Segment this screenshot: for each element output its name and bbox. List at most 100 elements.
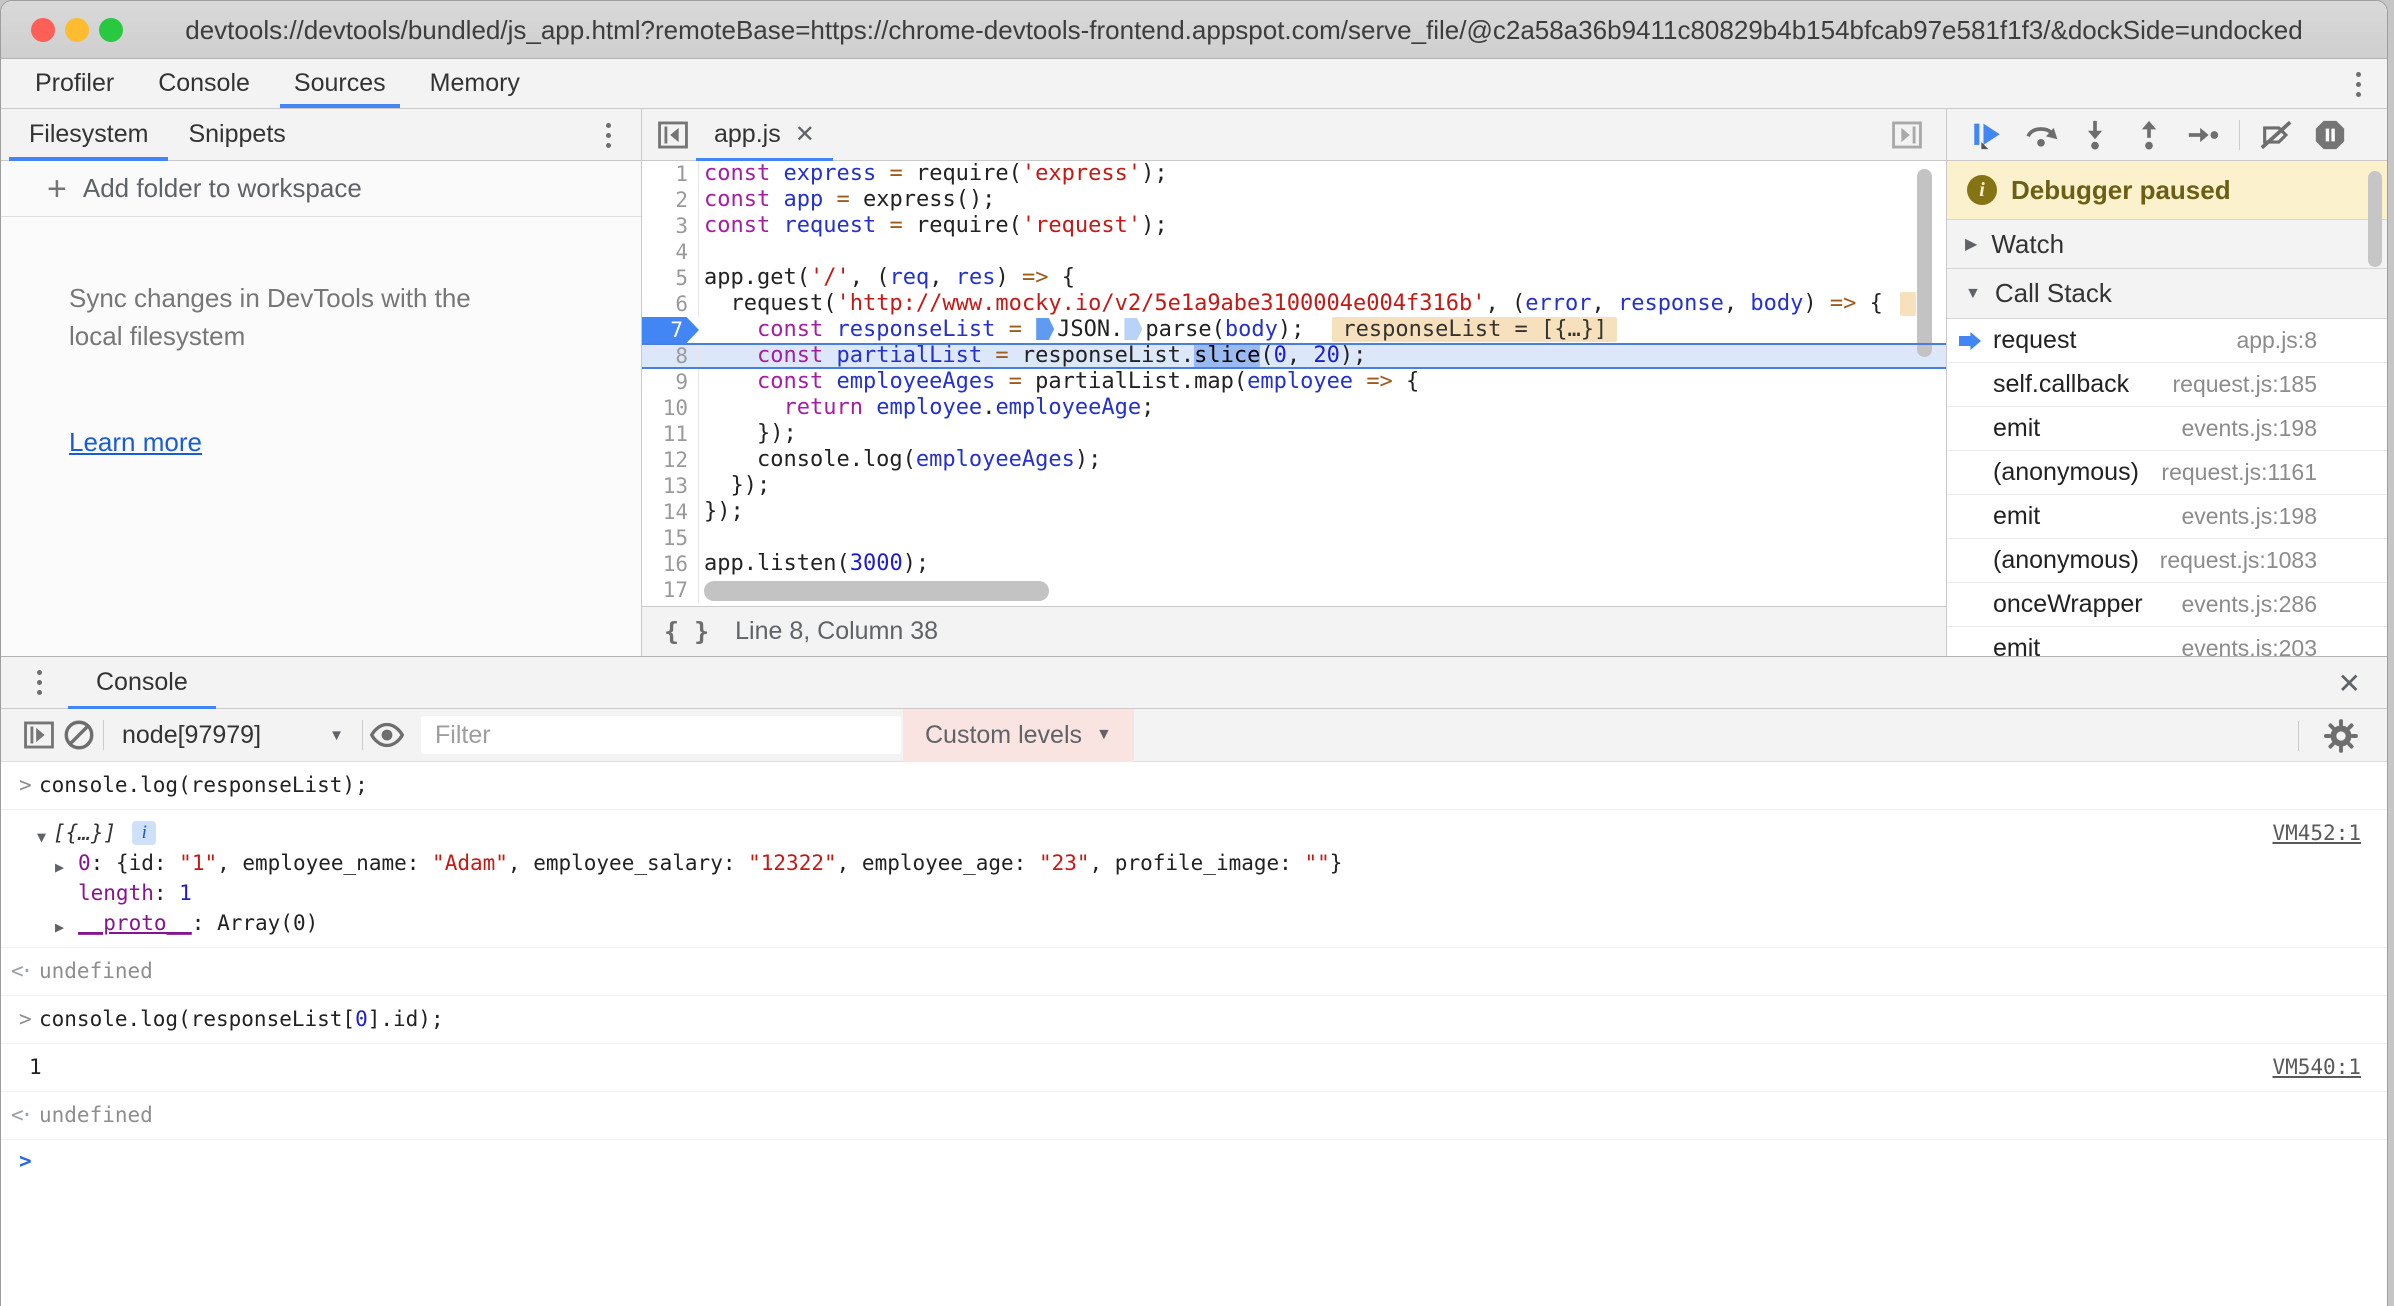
line-number[interactable]: 4 (642, 239, 699, 265)
frame-location[interactable]: events.js:203 (2181, 635, 2317, 656)
frame-location[interactable]: events.js:198 (2181, 503, 2317, 530)
deactivate-breakpoints-icon[interactable] (2254, 115, 2298, 155)
line-number[interactable]: 10 (642, 395, 699, 421)
code-text[interactable]: app.listen(3000); (699, 551, 929, 577)
line-number[interactable]: 15 (642, 525, 699, 551)
frame-location[interactable]: app.js:8 (2236, 327, 2317, 354)
code-text[interactable]: }); (699, 499, 744, 525)
clear-console-icon[interactable] (59, 715, 99, 755)
frame-location[interactable]: request.js:1161 (2161, 459, 2317, 486)
code-text[interactable]: request('http://www.mocky.io/v2/5e1a9abe… (699, 291, 1883, 317)
tab-filesystem[interactable]: Filesystem (9, 109, 168, 160)
console-prompt[interactable]: > (1, 1140, 2387, 1186)
twisty-collapsed-icon[interactable]: ▶ (55, 914, 64, 941)
code-text[interactable]: const request = require('request'); (699, 213, 1168, 239)
step-out-icon[interactable] (2127, 115, 2171, 155)
console-filter-input[interactable] (421, 716, 901, 754)
line-number[interactable]: 8 (642, 343, 699, 369)
line-number[interactable]: 1 (642, 161, 699, 187)
line-number[interactable]: 16 (642, 551, 699, 577)
code-text[interactable]: console.log(employeeAges); (699, 447, 1101, 473)
tab-snippets[interactable]: Snippets (168, 109, 305, 160)
line-number[interactable]: 14 (642, 499, 699, 525)
code-text[interactable] (699, 239, 704, 265)
live-expression-eye-icon[interactable] (367, 715, 407, 755)
minimize-window-button[interactable] (65, 18, 89, 42)
resume-script-icon[interactable] (1965, 115, 2009, 155)
console-settings-gear-icon[interactable] (2321, 716, 2361, 756)
source-location-link[interactable]: VM540:1 (2272, 1054, 2361, 1081)
info-badge-icon[interactable]: i (132, 821, 156, 845)
code-text[interactable] (699, 525, 704, 551)
hide-navigator-icon[interactable] (656, 118, 690, 152)
close-tab-icon[interactable]: ✕ (795, 120, 815, 149)
step-icon[interactable] (2181, 115, 2225, 155)
call-stack-frame[interactable]: emitevents.js:198 (1947, 495, 2387, 539)
line-number[interactable]: 12 (642, 447, 699, 473)
call-stack-frame[interactable]: (anonymous)request.js:1161 (1947, 451, 2387, 495)
zoom-window-button[interactable] (99, 18, 123, 42)
code-editor[interactable]: 1const express = require('express');2con… (642, 161, 1946, 606)
line-number[interactable]: 5 (642, 265, 699, 291)
frame-location[interactable]: events.js:286 (2181, 591, 2317, 618)
custom-levels-dropdown[interactable]: Custom levels ▼ (903, 709, 1134, 762)
line-number[interactable]: 3 (642, 213, 699, 239)
code-text[interactable]: app.get('/', (req, res) => { (699, 265, 1075, 291)
navigator-kebab-icon[interactable] (606, 123, 611, 148)
line-number[interactable]: 11 (642, 421, 699, 447)
main-menu-kebab-icon[interactable] (2356, 72, 2361, 97)
code-text[interactable]: }); (699, 421, 797, 447)
code-text[interactable]: const partialList = responseList.slice(0… (699, 343, 1366, 369)
code-text[interactable]: const app = express(); (699, 187, 995, 213)
breakpoint-marker[interactable]: 7 (642, 317, 699, 343)
step-into-icon[interactable] (2073, 115, 2117, 155)
vertical-scrollbar[interactable] (1917, 169, 1932, 357)
code-text[interactable]: const express = require('express'); (699, 161, 1168, 187)
tab-console[interactable]: Console (136, 59, 272, 108)
code-text[interactable]: return employee.employeeAge; (699, 395, 1154, 421)
execution-context-selector[interactable]: node[97979] ▼ (108, 721, 358, 750)
drawer-kebab-icon[interactable] (37, 670, 42, 695)
call-stack-frame[interactable]: (anonymous)request.js:1083 (1947, 539, 2387, 583)
line-number[interactable]: 6 (642, 291, 699, 317)
call-stack-frame[interactable]: emitevents.js:203 (1947, 627, 2387, 656)
inline-breakpoint-marker[interactable] (1036, 318, 1054, 340)
inline-breakpoint-marker[interactable] (1124, 318, 1142, 340)
learn-more-link[interactable]: Learn more (69, 427, 202, 458)
line-number[interactable]: 13 (642, 473, 699, 499)
editor-tab-appjs[interactable]: app.js ✕ (696, 109, 833, 161)
code-text[interactable]: }); (699, 473, 770, 499)
horizontal-scrollbar[interactable] (704, 581, 1049, 601)
call-stack-frame[interactable]: emitevents.js:198 (1947, 407, 2387, 451)
code-text[interactable]: const responseList = JSON.parse(body);re… (699, 317, 1617, 343)
step-over-icon[interactable] (2019, 115, 2063, 155)
call-stack-frame[interactable]: onceWrapperevents.js:286 (1947, 583, 2387, 627)
source-location-link[interactable]: VM452:1 (2272, 820, 2361, 847)
call-stack-frame[interactable]: requestapp.js:8 (1947, 319, 2387, 363)
call-stack-section-header[interactable]: ▼ Call Stack (1947, 269, 2387, 319)
tab-profiler[interactable]: Profiler (13, 59, 136, 108)
close-window-button[interactable] (31, 18, 55, 42)
line-number[interactable]: 2 (642, 187, 699, 213)
add-folder-button[interactable]: + Add folder to workspace (1, 161, 641, 217)
frame-location[interactable]: request.js:1083 (2160, 547, 2317, 574)
line-number[interactable]: 9 (642, 369, 699, 395)
console-messages[interactable]: >console.log(responseList);▼[{…}]i▶0: {i… (1, 762, 2387, 1306)
tab-memory[interactable]: Memory (408, 59, 542, 108)
pretty-print-icon[interactable]: { } (664, 617, 709, 646)
twisty-expanded-icon[interactable]: ▼ (37, 824, 46, 851)
call-stack-frame[interactable]: self.callbackrequest.js:185 (1947, 363, 2387, 407)
line-number[interactable]: 17 (642, 577, 699, 603)
hide-debugger-sidebar-icon[interactable] (1890, 118, 1924, 152)
frame-location[interactable]: events.js:198 (2181, 415, 2317, 442)
code-text[interactable]: const employeeAges = partialList.map(emp… (699, 369, 1419, 395)
pause-on-exceptions-icon[interactable] (2308, 115, 2352, 155)
drawer-tab-console[interactable]: Console (68, 657, 216, 709)
show-console-sidebar-icon[interactable] (19, 715, 59, 755)
tab-sources[interactable]: Sources (272, 59, 408, 108)
watch-section-header[interactable]: ▶ Watch (1947, 219, 2387, 269)
close-drawer-icon[interactable]: ✕ (2338, 667, 2361, 700)
twisty-collapsed-icon[interactable]: ▶ (55, 854, 64, 881)
sidebar-scrollbar[interactable] (2368, 171, 2382, 267)
frame-location[interactable]: request.js:185 (2173, 371, 2317, 398)
